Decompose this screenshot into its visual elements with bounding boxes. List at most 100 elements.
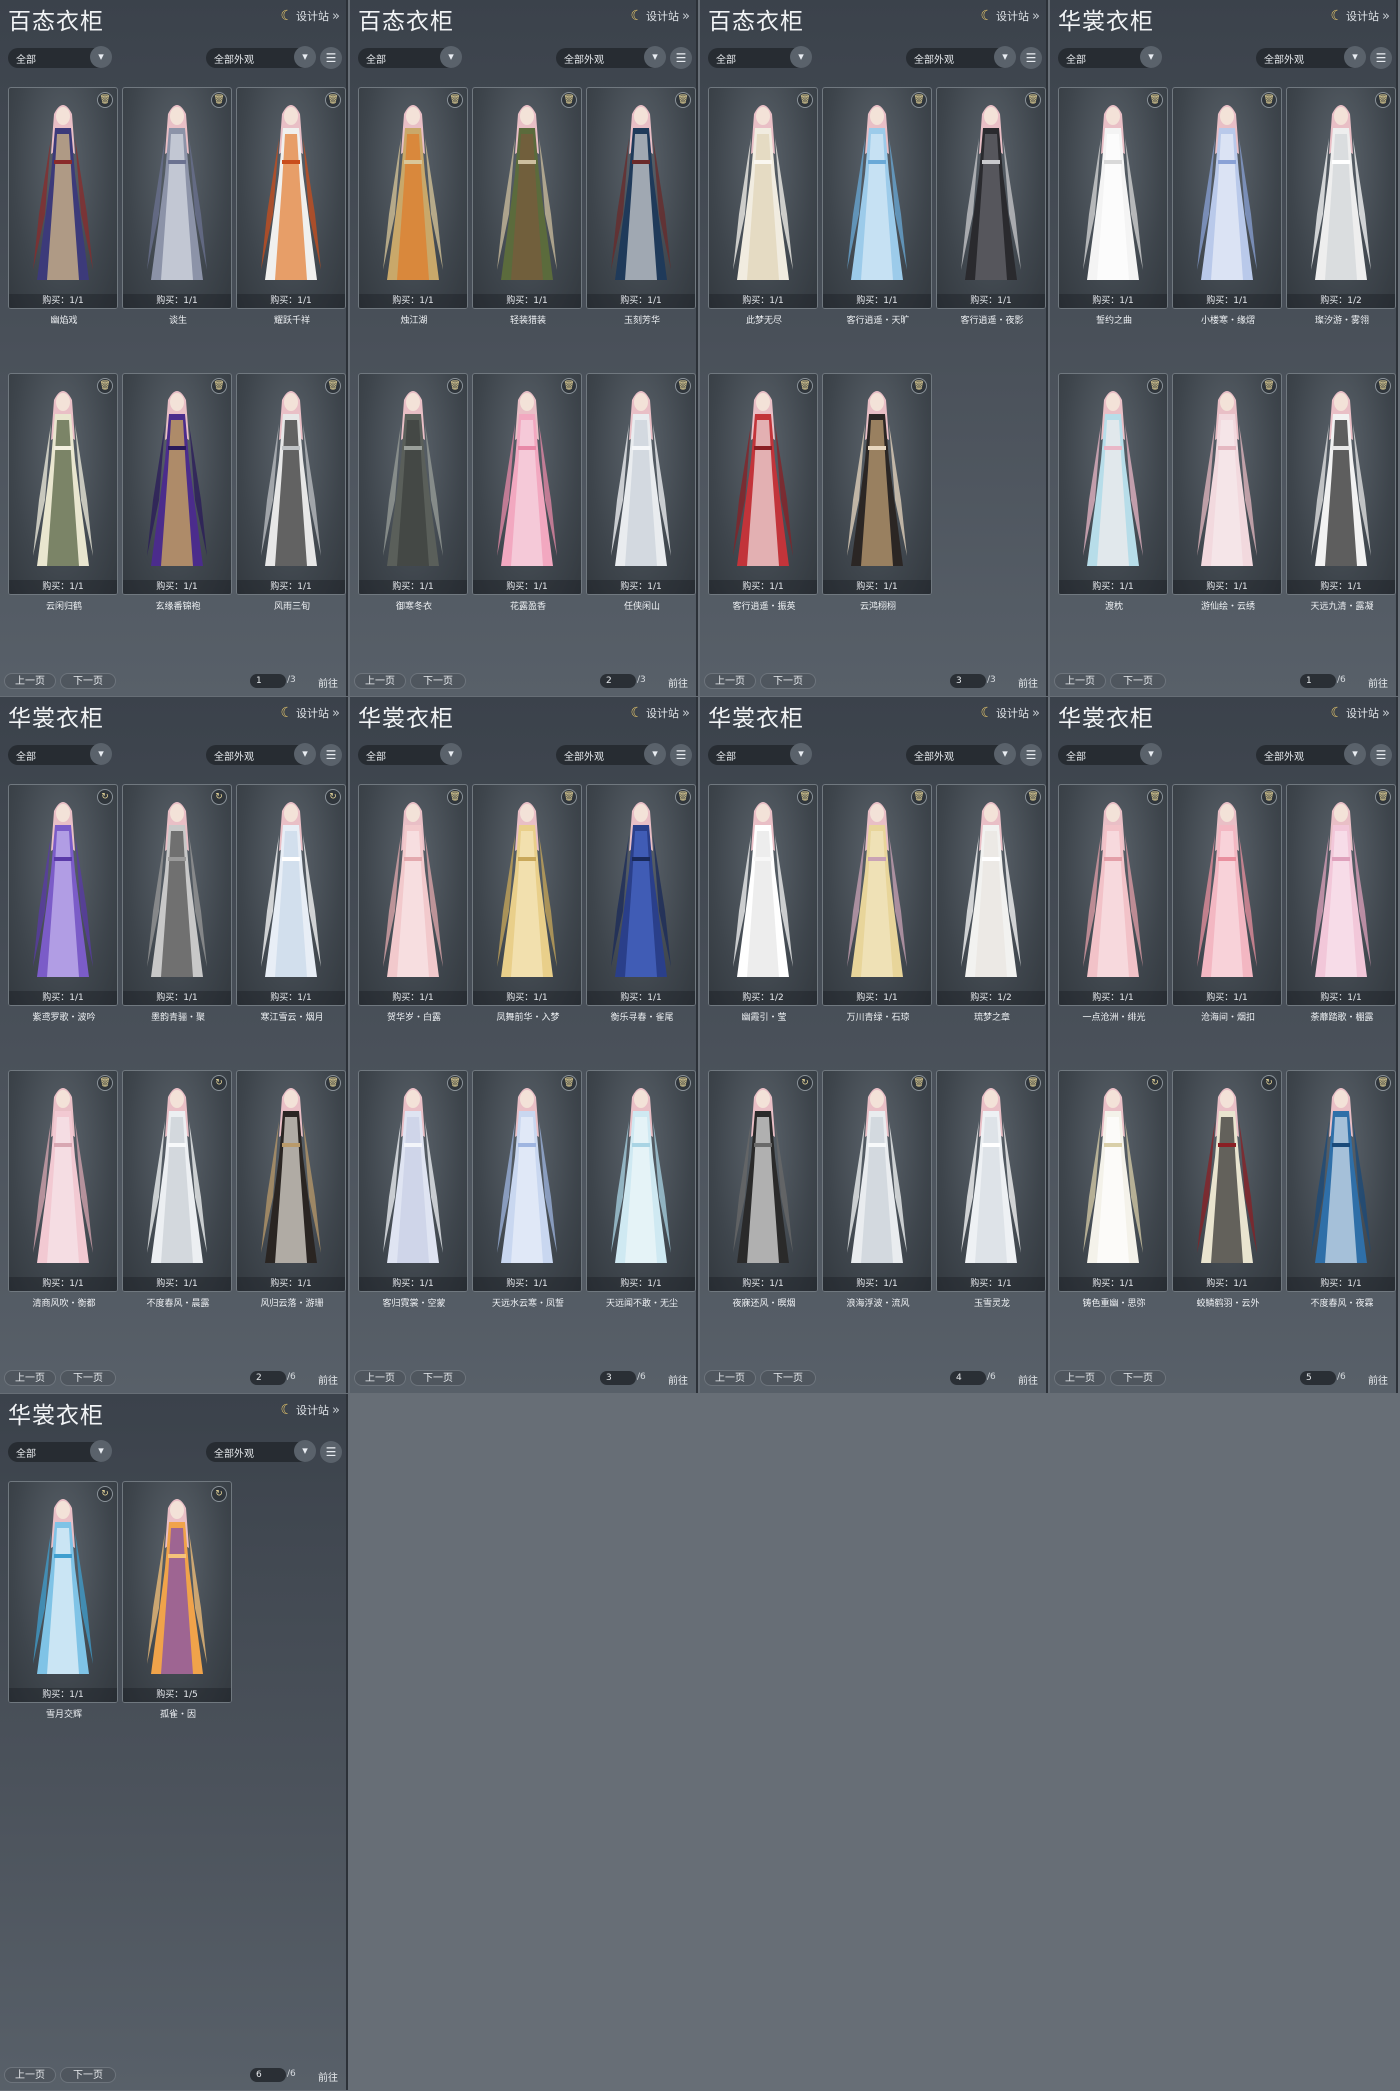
trash-icon[interactable]: 🗑	[1261, 378, 1277, 394]
list-view-icon[interactable]: ☰	[320, 47, 342, 69]
trash-icon[interactable]: 🗑	[561, 1075, 577, 1091]
trash-icon[interactable]: 🗑	[97, 92, 113, 108]
trash-icon[interactable]: 🗑	[911, 92, 927, 108]
prev-page-button[interactable]: 上一页	[1054, 673, 1106, 689]
outfit-card[interactable]: 🗑 购买：1/1 天远闻不敢・无尘	[586, 1070, 696, 1309]
next-page-button[interactable]: 下一页	[60, 673, 116, 689]
outfit-card[interactable]: ↻ 购买：1/1 不度春风・晨露	[122, 1070, 232, 1309]
refresh-icon[interactable]: ↻	[211, 1075, 227, 1091]
jump-button[interactable]: 前往	[1368, 675, 1388, 690]
page-number-input[interactable]: 4	[950, 1371, 986, 1385]
next-page-button[interactable]: 下一页	[60, 2067, 116, 2083]
page-number-input[interactable]: 3	[950, 674, 986, 688]
trash-icon[interactable]: 🗑	[561, 92, 577, 108]
outfit-card[interactable]: 🗑 购买：1/1 玄缘番锦袍	[122, 373, 232, 612]
trash-icon[interactable]: 🗑	[561, 789, 577, 805]
appearance-filter[interactable]: 全部外观 ▾	[206, 743, 316, 765]
refresh-icon[interactable]: ↻	[1147, 1075, 1163, 1091]
trash-icon[interactable]: 🗑	[911, 1075, 927, 1091]
design-station-button[interactable]: ☾ 设计站»	[1330, 8, 1390, 24]
outfit-card[interactable]: ↻ 购买：1/5 孤雀・因	[122, 1481, 232, 1720]
trash-icon[interactable]: 🗑	[1375, 1075, 1391, 1091]
outfit-card[interactable]: 🗑 购买：1/1 御寒冬衣	[358, 373, 468, 612]
design-station-button[interactable]: ☾ 设计站»	[280, 705, 340, 721]
page-number-input[interactable]: 2	[600, 674, 636, 688]
refresh-icon[interactable]: ↻	[211, 1486, 227, 1502]
outfit-card[interactable]: 🗑 购买：1/1 客行逍遥・天旷	[822, 87, 932, 326]
outfit-card[interactable]: 🗑 购买：1/2 琉梦之章	[936, 784, 1046, 1023]
trash-icon[interactable]: 🗑	[675, 92, 691, 108]
trash-icon[interactable]: 🗑	[911, 789, 927, 805]
design-station-button[interactable]: ☾ 设计站»	[980, 705, 1040, 721]
outfit-card[interactable]: 🗑 购买：1/1 天远九清・露凝	[1286, 373, 1396, 612]
trash-icon[interactable]: 🗑	[97, 1075, 113, 1091]
trash-icon[interactable]: 🗑	[911, 378, 927, 394]
category-filter[interactable]: 全部 ▾	[8, 743, 112, 765]
jump-button[interactable]: 前往	[1018, 1372, 1038, 1387]
trash-icon[interactable]: 🗑	[447, 789, 463, 805]
next-page-button[interactable]: 下一页	[1110, 1370, 1166, 1386]
refresh-icon[interactable]: ↻	[97, 789, 113, 805]
outfit-card[interactable]: 🗑 购买：1/1 小楼寒・缘熠	[1172, 87, 1282, 326]
next-page-button[interactable]: 下一页	[60, 1370, 116, 1386]
refresh-icon[interactable]: ↻	[797, 1075, 813, 1091]
page-number-input[interactable]: 1	[250, 674, 286, 688]
outfit-card[interactable]: 🗑 购买：1/1 浪海浮波・流风	[822, 1070, 932, 1309]
trash-icon[interactable]: 🗑	[447, 1075, 463, 1091]
design-station-button[interactable]: ☾ 设计站»	[630, 705, 690, 721]
jump-button[interactable]: 前往	[318, 2069, 338, 2084]
jump-button[interactable]: 前往	[1018, 675, 1038, 690]
appearance-filter[interactable]: 全部外观 ▾	[206, 1440, 316, 1462]
trash-icon[interactable]: 🗑	[1375, 378, 1391, 394]
page-number-input[interactable]: 6	[250, 2068, 286, 2082]
category-filter[interactable]: 全部 ▾	[358, 743, 462, 765]
outfit-card[interactable]: 🗑 购买：1/1 不度春风・夜霖	[1286, 1070, 1396, 1309]
outfit-card[interactable]: 🗑 购买：1/1 沧海间・烟扣	[1172, 784, 1282, 1023]
appearance-filter[interactable]: 全部外观 ▾	[556, 46, 666, 68]
list-view-icon[interactable]: ☰	[1370, 47, 1392, 69]
outfit-card[interactable]: 🗑 购买：1/1 凤舞前华・入梦	[472, 784, 582, 1023]
prev-page-button[interactable]: 上一页	[354, 1370, 406, 1386]
trash-icon[interactable]: 🗑	[325, 92, 341, 108]
trash-icon[interactable]: 🗑	[1025, 1075, 1041, 1091]
appearance-filter[interactable]: 全部外观 ▾	[1256, 46, 1366, 68]
trash-icon[interactable]: 🗑	[1375, 789, 1391, 805]
design-station-button[interactable]: ☾ 设计站»	[1330, 705, 1390, 721]
refresh-icon[interactable]: ↻	[97, 1486, 113, 1502]
design-station-button[interactable]: ☾ 设计站»	[280, 1402, 340, 1418]
trash-icon[interactable]: 🗑	[675, 378, 691, 394]
prev-page-button[interactable]: 上一页	[4, 1370, 56, 1386]
list-view-icon[interactable]: ☰	[320, 744, 342, 766]
prev-page-button[interactable]: 上一页	[704, 673, 756, 689]
category-filter[interactable]: 全部 ▾	[8, 1440, 112, 1462]
outfit-card[interactable]: 🗑 购买：1/1 客行逍遥・振英	[708, 373, 818, 612]
outfit-card[interactable]: 🗑 购买：1/1 云闲归鹤	[8, 373, 118, 612]
jump-button[interactable]: 前往	[318, 1372, 338, 1387]
trash-icon[interactable]: 🗑	[97, 378, 113, 394]
outfit-card[interactable]: 🗑 购买：1/1 任侠闲山	[586, 373, 696, 612]
list-view-icon[interactable]: ☰	[1020, 744, 1042, 766]
appearance-filter[interactable]: 全部外观 ▾	[556, 743, 666, 765]
outfit-card[interactable]: 🗑 购买：1/1 此梦无尽	[708, 87, 818, 326]
outfit-card[interactable]: ↻ 购买：1/1 雪月交辉	[8, 1481, 118, 1720]
outfit-card[interactable]: 🗑 购买：1/1 贺华岁・白露	[358, 784, 468, 1023]
outfit-card[interactable]: 🗑 购买：1/1 一点沧洲・绯光	[1058, 784, 1168, 1023]
category-filter[interactable]: 全部 ▾	[358, 46, 462, 68]
outfit-card[interactable]: 🗑 购买：1/1 客归霓裳・空蒙	[358, 1070, 468, 1309]
trash-icon[interactable]: 🗑	[1261, 789, 1277, 805]
outfit-card[interactable]: ↻ 购买：1/1 紫鸢罗歌・波吟	[8, 784, 118, 1023]
trash-icon[interactable]: 🗑	[1261, 92, 1277, 108]
design-station-button[interactable]: ☾ 设计站»	[280, 8, 340, 24]
outfit-card[interactable]: 🗑 购买：1/2 幽霞引・莹	[708, 784, 818, 1023]
outfit-card[interactable]: 🗑 购买：1/1 誓约之曲	[1058, 87, 1168, 326]
outfit-card[interactable]: ↻ 购买：1/1 夜寐还风・暝烟	[708, 1070, 818, 1309]
outfit-card[interactable]: ↻ 购买：1/1 墨韵青骊・聚	[122, 784, 232, 1023]
outfit-card[interactable]: 🗑 购买：1/1 万川青绿・石琼	[822, 784, 932, 1023]
list-view-icon[interactable]: ☰	[1020, 47, 1042, 69]
appearance-filter[interactable]: 全部外观 ▾	[1256, 743, 1366, 765]
trash-icon[interactable]: 🗑	[797, 92, 813, 108]
trash-icon[interactable]: 🗑	[675, 789, 691, 805]
trash-icon[interactable]: 🗑	[211, 92, 227, 108]
design-station-button[interactable]: ☾ 设计站»	[980, 8, 1040, 24]
prev-page-button[interactable]: 上一页	[704, 1370, 756, 1386]
